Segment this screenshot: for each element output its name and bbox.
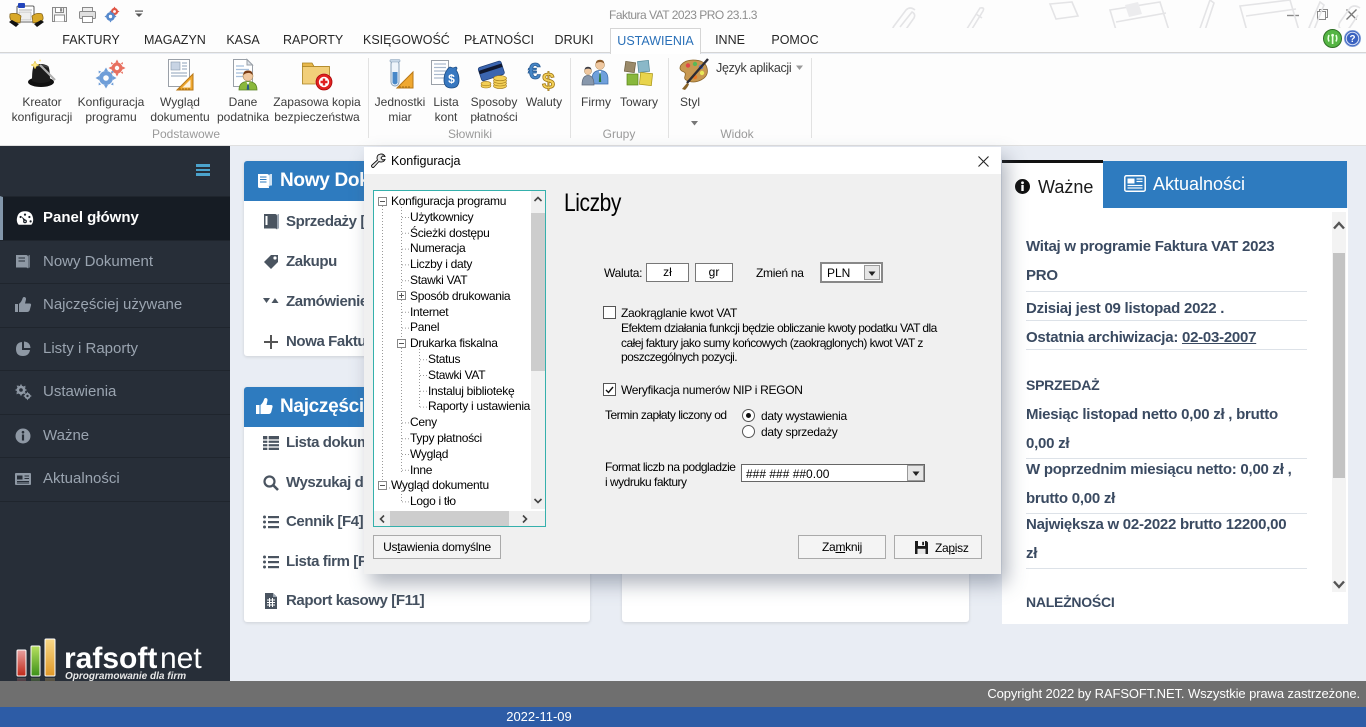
svg-text:$: $ [542, 68, 555, 92]
svg-text:?: ? [1349, 34, 1355, 45]
svg-text:€: € [528, 58, 541, 84]
svg-text:$: $ [448, 72, 455, 86]
